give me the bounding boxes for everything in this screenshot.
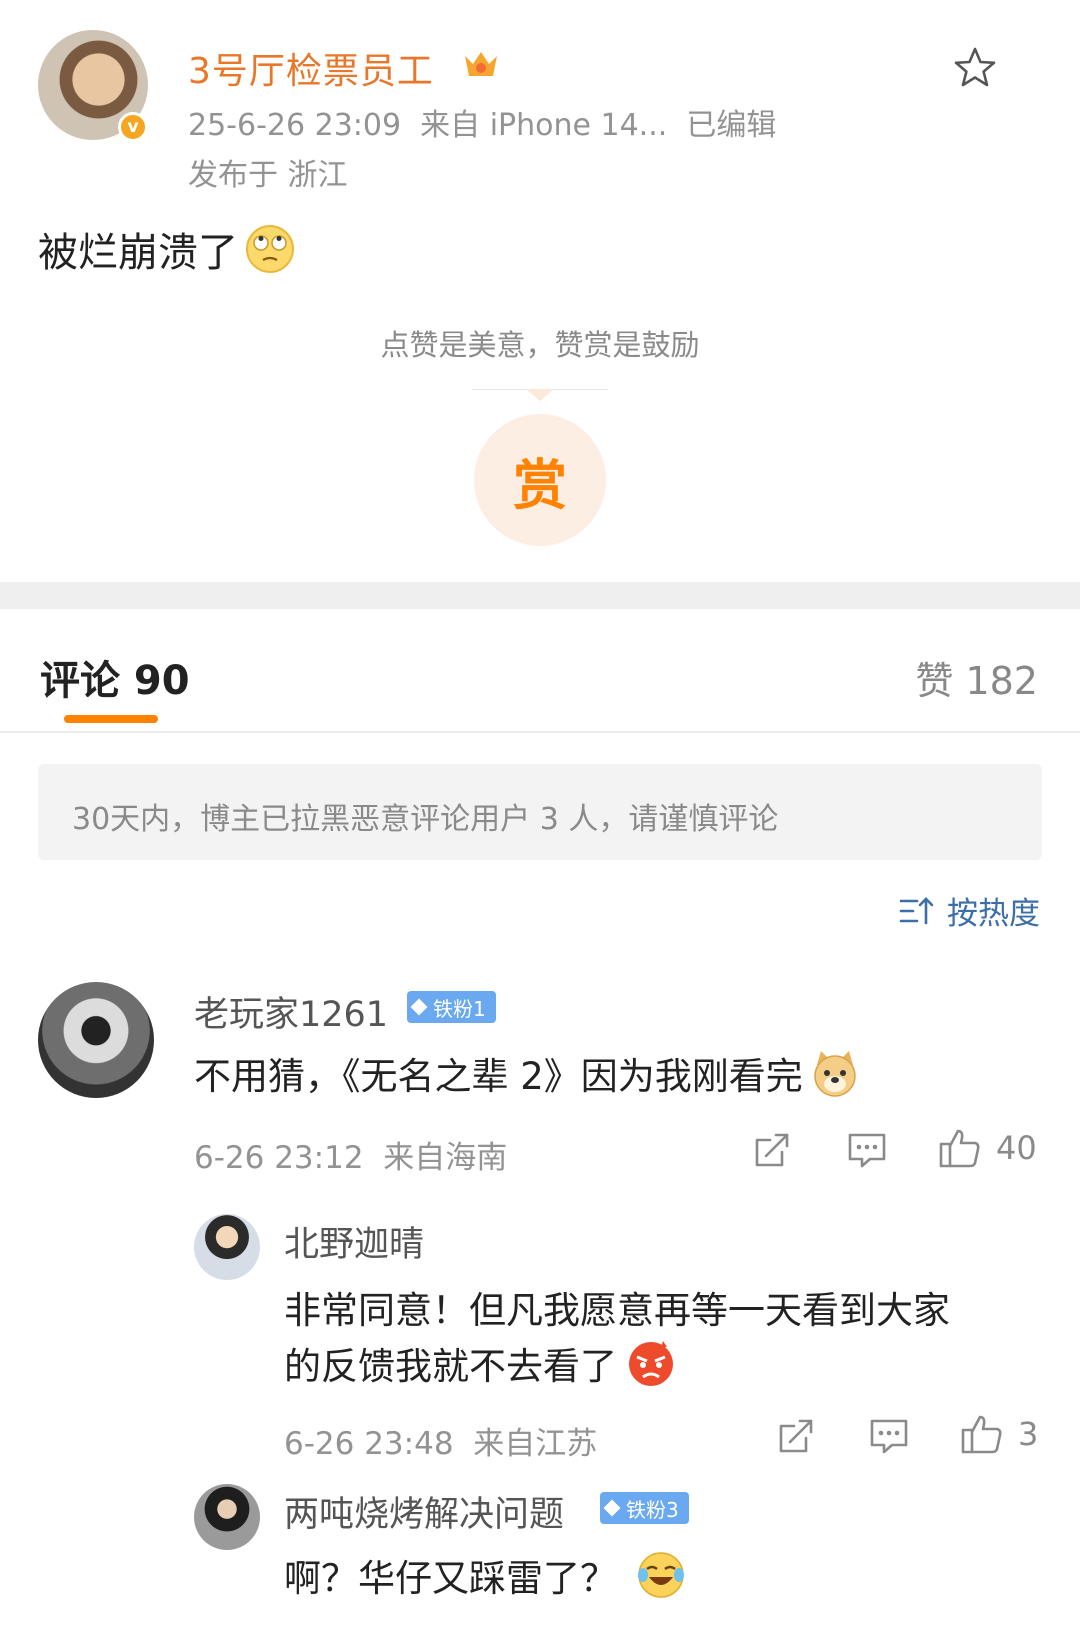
- fan-badge: 铁粉3: [600, 1492, 689, 1524]
- thumbs-up-icon: [960, 1412, 1004, 1456]
- author-name[interactable]: 3号厅检票员工: [188, 42, 434, 94]
- share-icon[interactable]: [752, 1130, 792, 1170]
- like-button[interactable]: 3: [960, 1412, 1038, 1456]
- sort-icon: [899, 895, 935, 927]
- diamond-icon: [410, 998, 428, 1016]
- bottom-cropped-row: [0, 1622, 1080, 1634]
- reply-username[interactable]: 两吨烧烤解决问题: [284, 1486, 564, 1537]
- reward-pointer: [526, 389, 554, 401]
- angry-emoji-icon: [625, 1337, 677, 1389]
- comment-text: 不用猜，《无名之辈 2》因为我刚看完: [194, 1046, 861, 1100]
- thumbs-up-icon: [938, 1126, 982, 1170]
- blacklist-notice-text: 30天内，博主已拉黑恶意评论用户 3 人，请谨慎评论: [72, 802, 779, 837]
- eye-roll-emoji-icon: [244, 223, 296, 275]
- section-separator: [0, 582, 1080, 609]
- reward-button-label: 赏: [513, 453, 567, 517]
- reply-username[interactable]: 北野迦晴: [284, 1216, 424, 1267]
- post-source: 来自 iPhone 14...: [420, 108, 668, 143]
- blacklist-notice: 30天内，博主已拉黑恶意评论用户 3 人，请谨慎评论: [38, 764, 1042, 860]
- diamond-icon: [603, 1499, 621, 1517]
- tab-likes[interactable]: 赞 182: [915, 650, 1038, 705]
- reply-avatar[interactable]: [194, 1214, 260, 1280]
- reply-icon[interactable]: [846, 1130, 888, 1170]
- verified-icon: v: [118, 112, 148, 142]
- post-text: 被烂崩溃了: [38, 220, 296, 278]
- sort-toggle[interactable]: 按热度: [899, 888, 1040, 933]
- reply-text: 啊？华仔又踩雷了？: [284, 1548, 687, 1602]
- reward-button[interactable]: 赏: [474, 414, 606, 546]
- post-edited-label[interactable]: 已编辑: [686, 108, 776, 143]
- tab-active-indicator: [64, 715, 158, 723]
- like-count: 40: [996, 1129, 1037, 1167]
- comment-avatar[interactable]: [38, 982, 154, 1098]
- member-crown-icon: [462, 48, 500, 82]
- comment-source: 来自海南: [383, 1140, 508, 1176]
- share-icon[interactable]: [776, 1416, 816, 1456]
- like-button[interactable]: 40: [938, 1126, 1037, 1170]
- sort-label: 按热度: [947, 896, 1040, 932]
- reply-source: 来自江苏: [473, 1426, 598, 1462]
- comment-time: 6-26 23:12: [194, 1140, 364, 1176]
- reply-time: 6-26 23:48: [284, 1426, 454, 1462]
- comment-username[interactable]: 老玩家1261: [194, 986, 388, 1037]
- doge-emoji-icon: [809, 1047, 861, 1099]
- laughing-crying-emoji-icon: [635, 1549, 687, 1601]
- tab-comments[interactable]: 评论 90: [40, 648, 190, 706]
- reply-text-line2: 的反馈我就不去看了: [284, 1336, 677, 1390]
- star-favorite-icon[interactable]: [952, 46, 998, 90]
- reply-avatar[interactable]: [194, 1484, 260, 1550]
- tabs-divider: [0, 731, 1080, 733]
- reward-hint: 点赞是美意，赞赏是鼓励: [380, 328, 700, 362]
- like-count: 3: [1018, 1415, 1039, 1453]
- reply-text-line1: 非常同意！但凡我愿意再等一天看到大家: [284, 1289, 950, 1332]
- post-location: 发布于 浙江: [188, 158, 348, 193]
- reply-icon[interactable]: [868, 1416, 910, 1456]
- post-time: 25-6-26 23:09: [188, 108, 402, 143]
- fan-badge: 铁粉1: [407, 991, 496, 1023]
